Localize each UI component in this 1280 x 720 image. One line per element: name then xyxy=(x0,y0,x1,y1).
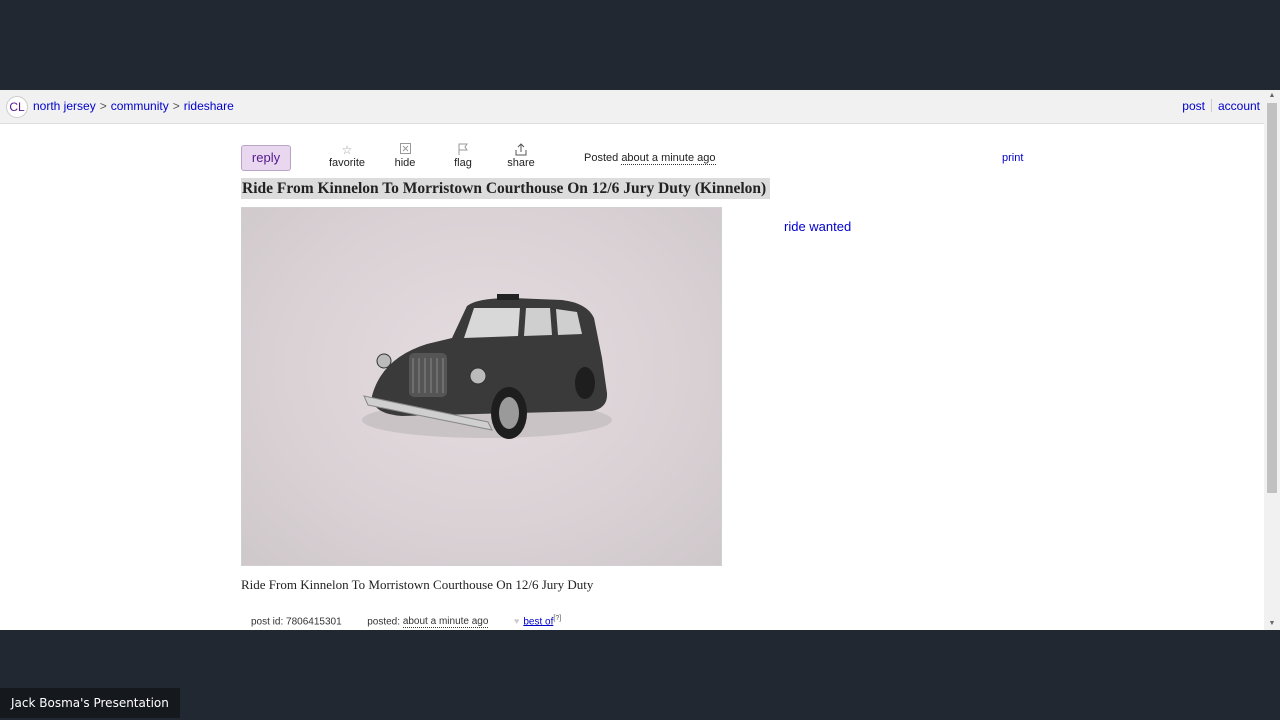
breadcrumb-area[interactable]: north jersey xyxy=(33,99,96,113)
breadcrumb-separator: > xyxy=(99,99,107,113)
posting-footer: post id: 7806415301 posted: about a minu… xyxy=(251,615,561,629)
posted-time: about a minute ago xyxy=(621,152,716,165)
posting-title: Ride From Kinnelon To Morristown Courtho… xyxy=(241,178,771,199)
posting-body: Ride From Kinnelon To Morristown Courtho… xyxy=(241,577,594,592)
footer-posted-time: about a minute ago xyxy=(402,616,489,629)
posting-image[interactable] xyxy=(241,207,722,566)
craigslist-logo[interactable]: CL xyxy=(6,96,28,118)
print-link[interactable]: print xyxy=(1002,152,1023,164)
favorite-button[interactable]: ☆ favorite xyxy=(322,143,372,169)
post-id: 7806415301 xyxy=(286,616,342,628)
reply-button[interactable]: reply xyxy=(241,145,291,171)
flag-icon xyxy=(438,143,488,157)
account-link[interactable]: account xyxy=(1218,99,1260,113)
post-id-label: post id: xyxy=(251,616,284,628)
post-link[interactable]: post xyxy=(1182,99,1205,113)
posted-prefix: Posted xyxy=(584,152,619,164)
share-label: share xyxy=(507,157,535,169)
vertical-scrollbar[interactable]: ▲ ▼ xyxy=(1264,90,1280,630)
hide-button[interactable]: hide xyxy=(380,143,430,169)
hide-icon xyxy=(380,143,430,157)
breadcrumb: north jersey > community > rideshare xyxy=(33,99,234,113)
posted-label: posted: xyxy=(367,616,401,628)
hide-label: hide xyxy=(394,157,416,169)
heart-icon: ♥ xyxy=(514,616,520,627)
best-of-link[interactable]: best of xyxy=(523,616,553,627)
scroll-down-arrow-icon[interactable]: ▼ xyxy=(1264,618,1280,630)
taxi-cab-icon xyxy=(362,294,612,439)
breadcrumb-separator: > xyxy=(172,99,180,113)
star-icon: ☆ xyxy=(341,143,353,157)
breadcrumb-category[interactable]: rideshare xyxy=(184,99,234,113)
header-links: post account xyxy=(1182,99,1260,113)
link-divider xyxy=(1210,99,1212,112)
category-label[interactable]: ride wanted xyxy=(784,219,851,234)
scrollbar-thumb[interactable] xyxy=(1267,103,1277,493)
share-button[interactable]: share xyxy=(496,143,546,169)
best-of-help[interactable]: [?] xyxy=(553,615,561,622)
share-icon xyxy=(496,143,546,157)
favorite-label: favorite xyxy=(328,157,366,169)
flag-button[interactable]: flag xyxy=(438,143,488,169)
presenter-label: Jack Bosma's Presentation xyxy=(0,688,180,718)
posted-info: Posted about a minute ago xyxy=(584,152,716,165)
scroll-up-arrow-icon[interactable]: ▲ xyxy=(1264,90,1280,102)
flag-label: flag xyxy=(454,157,472,169)
site-header: CL north jersey > community > rideshare post… xyxy=(0,90,1264,124)
browser-viewport: CL north jersey > community > rideshare post… xyxy=(0,90,1280,630)
breadcrumb-section[interactable]: community xyxy=(111,99,169,113)
